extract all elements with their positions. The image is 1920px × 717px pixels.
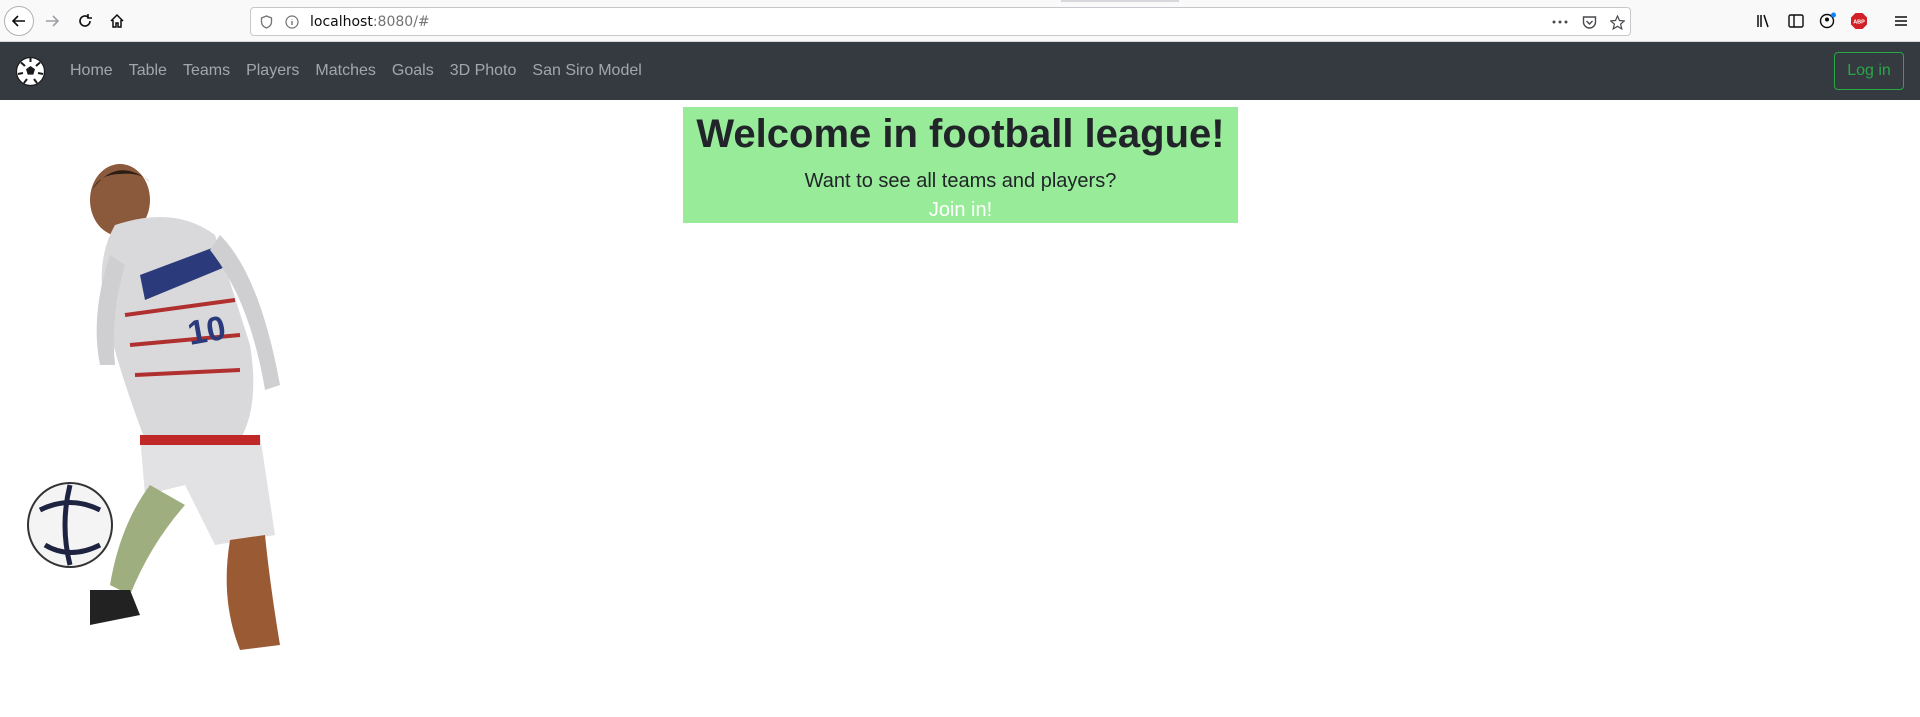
url-text: localhost:8080/# — [310, 14, 430, 30]
back-button[interactable] — [4, 6, 34, 36]
more-actions-icon[interactable] — [1551, 13, 1569, 31]
url-bar[interactable]: localhost:8080/# — [250, 7, 1631, 36]
sidebar-icon[interactable] — [1785, 10, 1807, 32]
football-player-image: 10 — [20, 145, 330, 655]
join-link[interactable]: Join in! — [929, 198, 992, 222]
account-icon[interactable] — [1817, 10, 1839, 32]
nav-teams[interactable]: Teams — [175, 42, 238, 100]
nav-goals[interactable]: Goals — [384, 42, 442, 100]
url-path: :8080/# — [372, 14, 430, 30]
soccer-ball-icon[interactable] — [15, 56, 46, 87]
nav-san-siro-model[interactable]: San Siro Model — [524, 42, 649, 100]
home-icon — [110, 13, 124, 28]
svg-text:10: 10 — [185, 309, 229, 353]
forward-arrow-icon — [46, 15, 60, 27]
library-icon[interactable] — [1753, 10, 1775, 32]
nav-matches[interactable]: Matches — [307, 42, 383, 100]
menu-icon[interactable] — [1890, 10, 1912, 32]
page-title: Welcome in football league! — [696, 112, 1225, 156]
info-icon[interactable] — [283, 13, 301, 31]
home-button[interactable] — [102, 6, 132, 36]
bookmark-star-icon[interactable] — [1608, 13, 1626, 31]
browser-toolbar: localhost:8080/# ABP — [0, 0, 1920, 42]
adblock-icon[interactable]: ABP — [1848, 10, 1870, 32]
tab-indicator — [1061, 0, 1179, 2]
shield-icon[interactable] — [257, 13, 275, 31]
svg-text:ABP: ABP — [1853, 20, 1865, 26]
nav-3d-photo[interactable]: 3D Photo — [442, 42, 525, 100]
forward-button[interactable] — [37, 6, 67, 36]
welcome-banner: Welcome in football league! Want to see … — [683, 107, 1238, 223]
nav-table[interactable]: Table — [121, 42, 175, 100]
nav-links: Home Table Teams Players Matches Goals 3… — [62, 42, 650, 100]
site-navbar: Home Table Teams Players Matches Goals 3… — [0, 42, 1920, 100]
back-arrow-icon — [11, 15, 25, 27]
nav-home[interactable]: Home — [62, 42, 121, 100]
reload-button[interactable] — [70, 6, 100, 36]
pocket-icon[interactable] — [1580, 13, 1598, 31]
login-button[interactable]: Log in — [1834, 52, 1904, 90]
reload-icon — [79, 14, 92, 27]
url-host: localhost — [310, 14, 373, 30]
nav-players[interactable]: Players — [238, 42, 307, 100]
hero-subtitle: Want to see all teams and players? — [804, 170, 1117, 192]
